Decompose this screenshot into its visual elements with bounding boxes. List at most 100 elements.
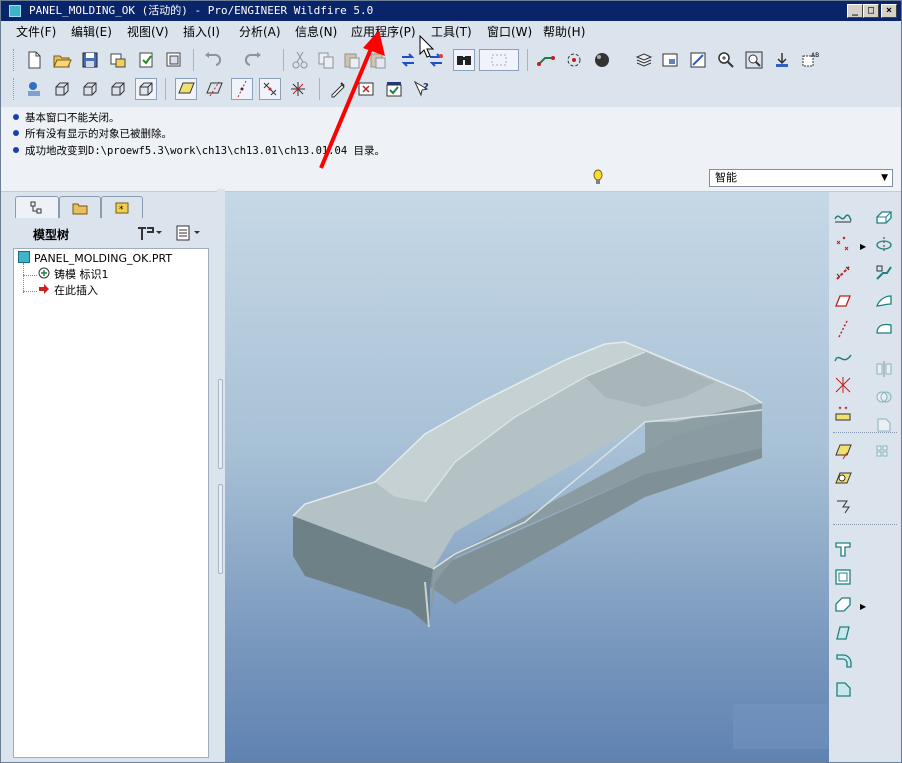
toolbar-divider [833,524,897,525]
menu-view[interactable]: 视图(V) [127,24,169,40]
chamfer-icon[interactable] [832,678,854,700]
model-tree-header: 模型树 [13,220,211,248]
toolbar-grip[interactable] [13,49,17,71]
datum-display-filter-icon[interactable] [832,496,854,518]
close-button[interactable]: × [881,4,897,18]
layers-icon[interactable] [633,49,655,71]
revolve-icon[interactable] [873,234,895,256]
panel-splitter[interactable] [217,189,225,761]
pattern-icon[interactable] [873,442,895,464]
zoom-in-icon[interactable] [715,49,737,71]
reorient-icon[interactable] [771,49,793,71]
toolbar-grip[interactable] [13,78,17,100]
draft-icon[interactable] [832,622,854,644]
saved-views-icon[interactable]: AB [799,49,821,71]
sketch-line-icon[interactable] [832,318,854,340]
context-help-icon[interactable]: ? [411,78,433,100]
show-list-icon[interactable] [175,224,203,242]
flyout-arrow-icon[interactable]: ▶ [860,602,866,611]
find-icon[interactable] [453,49,475,71]
filter-value: 智能 [715,171,737,184]
menu-insert[interactable]: 插入(I) [183,24,220,40]
extrude-icon[interactable] [873,206,895,228]
status-bar: 智能 ▼ [1,165,901,192]
sketched-curve-icon[interactable] [832,206,854,228]
splitter-handle[interactable] [218,379,223,469]
menu-edit[interactable]: 编辑(E) [71,24,112,40]
settings-icon[interactable] [135,224,163,242]
sweep-icon[interactable] [873,262,895,284]
regenerate-icon[interactable] [135,49,157,71]
spin-center-icon[interactable] [563,49,585,71]
message-line: 所有没有显示的对象已被删除。 [13,127,172,141]
datum-points-icon[interactable] [231,78,253,100]
blend-icon[interactable] [873,290,895,312]
folder-browser-tab[interactable] [59,196,101,218]
menu-file[interactable]: 文件(F) [16,24,56,40]
refine-icon[interactable] [832,440,854,462]
selection-filter-dropdown[interactable]: 智能 ▼ [709,169,893,187]
datum-axes-icon[interactable] [203,78,225,100]
menu-analysis[interactable]: 分析(A) [239,24,281,40]
view-manager-icon[interactable] [659,49,681,71]
regenerate-manager-icon[interactable] [397,49,419,71]
splitter-handle[interactable] [218,484,223,574]
new-icon[interactable] [23,49,45,71]
shell-icon[interactable] [832,566,854,588]
info-bullet-icon [13,130,19,136]
rib-icon[interactable] [832,594,854,616]
minimize-button[interactable]: _ [847,4,863,18]
separator [283,49,284,71]
tree-node-label: PANEL_MOLDING_OK.PRT [34,252,173,265]
datum-plane-icon[interactable] [832,290,854,312]
save-icon[interactable] [79,49,101,71]
graphics-viewport[interactable] [225,192,829,762]
print-icon[interactable] [107,49,129,71]
open-icon[interactable] [51,49,73,71]
datum-point-icon[interactable] [832,234,854,256]
boundary-icon[interactable] [873,318,895,340]
coordinate-systems-icon[interactable] [259,78,281,100]
hole-icon[interactable] [832,538,854,560]
mirror-icon[interactable] [873,358,895,380]
select-box-icon[interactable] [479,49,519,71]
light-bulb-icon[interactable] [589,168,607,188]
curve-icon[interactable] [832,346,854,368]
svg-text:?: ? [423,82,429,93]
no-hidden-icon[interactable] [107,78,129,100]
folder-icon [72,203,88,214]
tree-node-insert-here[interactable]: 在此插入 [38,283,98,299]
zoom-fit-icon[interactable] [743,49,765,71]
info-bullet-icon [13,114,19,120]
model-tree-tab[interactable] [15,196,59,218]
shading-icon[interactable] [135,78,157,100]
favorites-tab[interactable]: * [101,196,143,218]
datum-csys-icon[interactable] [832,402,854,424]
menu-window[interactable]: 窗口(W) [487,24,532,40]
layer-filter-icon[interactable] [832,468,854,490]
flyout-arrow-icon[interactable]: ▶ [860,242,866,251]
tree-node-part[interactable]: PANEL_MOLDING_OK.PRT [18,251,172,267]
appearance-icon[interactable] [591,49,613,71]
maximize-button[interactable]: □ [863,4,879,18]
datum-axis-icon[interactable] [832,262,854,284]
undo-icon[interactable] [201,49,223,71]
datum-display-icon[interactable] [535,49,557,71]
model-display-icon[interactable] [23,78,45,100]
repaint-icon[interactable] [687,49,709,71]
round-icon[interactable] [832,650,854,672]
wireframe-icon[interactable] [51,78,73,100]
datum-point-offset-icon[interactable] [832,374,854,396]
merge-icon[interactable] [873,386,895,408]
menu-help[interactable]: 帮助(H) [543,24,585,40]
part-model[interactable] [225,192,829,762]
hidden-line-icon[interactable] [79,78,101,100]
annotation-arrow-icon [319,30,385,169]
send-mail-icon[interactable] [163,49,185,71]
redo-icon[interactable] [243,49,265,71]
menu-bar: 文件(F) 编辑(E) 视图(V) 插入(I) 分析(A) 信息(N) 应用程序… [1,21,901,43]
datum-planes-icon[interactable] [175,78,197,100]
tree-node-mold-feature[interactable]: 铸模 标识1 [38,267,109,283]
menu-tools[interactable]: 工具(T) [431,24,472,40]
app-icon [9,5,21,17]
